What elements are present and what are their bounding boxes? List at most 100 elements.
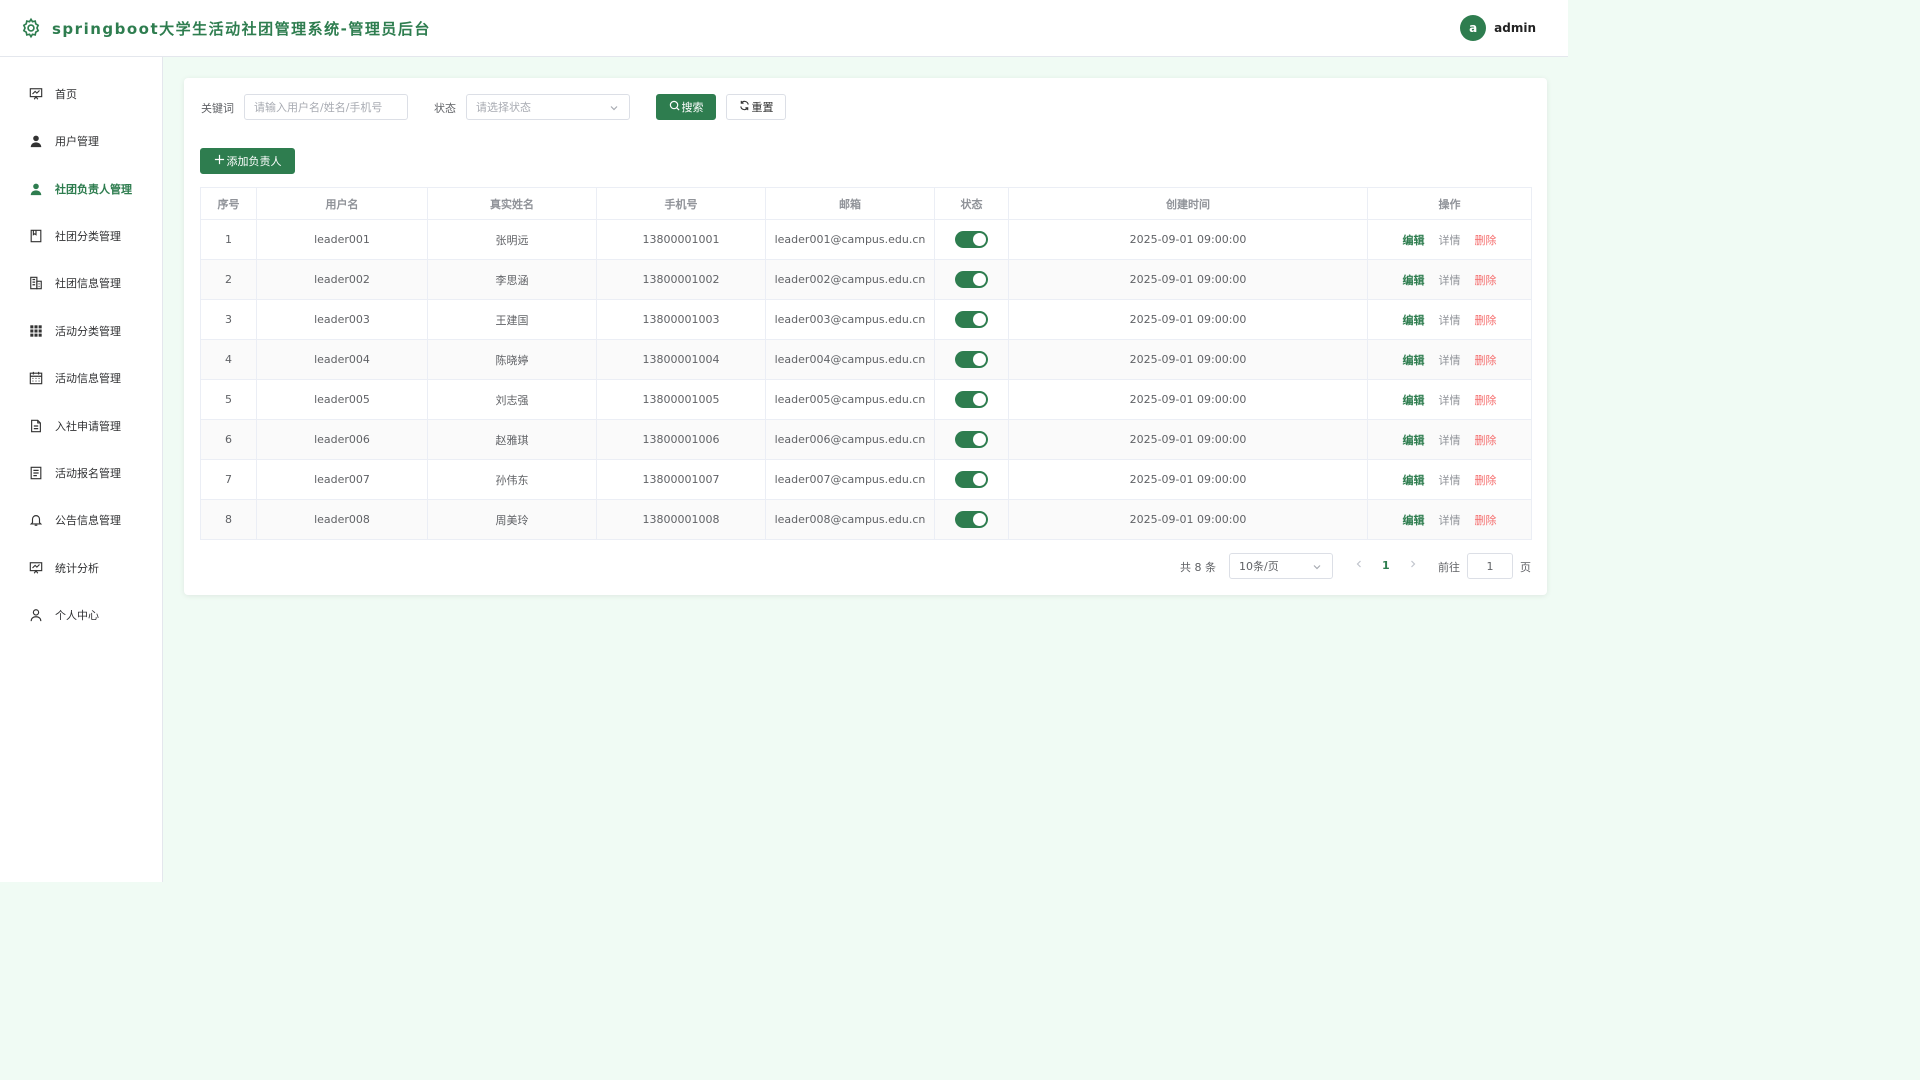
leaders-table: 序号 用户名 真实姓名 手机号 邮箱 状态 创建时间 操作 1 leader00… [200,187,1532,540]
column-header: 创建时间 [1008,187,1368,220]
content-card: 关键词 请输入用户名/姓名/手机号 状态 请选择状态 搜索 重置 添加负责人 序… [184,78,1547,595]
cell-phone: 13800001008 [596,499,766,540]
cell-email: leader004@campus.edu.cn [765,339,935,380]
sidebar-item-profile[interactable]: 个人中心 [0,595,162,635]
add-leader-button[interactable]: 添加负责人 [200,148,295,174]
table-row: 8 leader008 周美玲 13800001008 leader008@ca… [200,499,1532,540]
cell-actions: 编辑 详情 删除 [1367,299,1532,340]
cell-index: 6 [200,419,257,460]
delete-link[interactable]: 删除 [1475,392,1497,408]
sidebar-item-join-applications[interactable]: 入社申请管理 [0,406,162,446]
detail-link[interactable]: 详情 [1439,472,1461,488]
edit-link[interactable]: 编辑 [1403,472,1425,488]
sidebar-item-activity-signups[interactable]: 活动报名管理 [0,453,162,493]
sidebar-item-announcements[interactable]: 公告信息管理 [0,500,162,540]
list-document-icon [28,465,44,481]
sidebar-item-statistics[interactable]: 统计分析 [0,548,162,588]
status-toggle[interactable] [955,351,988,368]
cell-status [934,339,1009,380]
page-size-select[interactable]: 10条/页 [1229,553,1333,579]
sidebar-item-label: 社团分类管理 [55,230,121,243]
detail-link[interactable]: 详情 [1439,512,1461,528]
edit-link[interactable]: 编辑 [1403,352,1425,368]
sidebar-item-activity-categories[interactable]: 活动分类管理 [0,311,162,351]
gear-icon [20,17,42,39]
cell-index: 5 [200,379,257,420]
detail-link[interactable]: 详情 [1439,272,1461,288]
prev-page-icon[interactable] [1354,559,1364,572]
edit-link[interactable]: 编辑 [1403,232,1425,248]
status-select[interactable]: 请选择状态 [466,94,630,120]
delete-link[interactable]: 删除 [1475,312,1497,328]
table-row: 4 leader004 陈晓婷 13800001004 leader004@ca… [200,339,1532,380]
username[interactable]: admin [1494,21,1536,35]
cell-status [934,419,1009,460]
avatar[interactable]: a [1460,15,1487,41]
detail-link[interactable]: 详情 [1439,312,1461,328]
cell-actions: 编辑 详情 删除 [1367,219,1532,260]
edit-link[interactable]: 编辑 [1403,432,1425,448]
cell-created: 2025-09-01 09:00:00 [1008,259,1368,300]
cell-created: 2025-09-01 09:00:00 [1008,219,1368,260]
status-toggle[interactable] [955,271,988,288]
status-toggle[interactable] [955,511,988,528]
column-header: 邮箱 [765,187,935,220]
detail-link[interactable]: 详情 [1439,432,1461,448]
page-number-current[interactable]: 1 [1382,559,1390,572]
chart-board-icon [28,560,44,576]
status-toggle[interactable] [955,471,988,488]
detail-link[interactable]: 详情 [1439,352,1461,368]
search-button[interactable]: 搜索 [656,94,716,120]
cell-phone: 13800001005 [596,379,766,420]
next-page-icon[interactable] [1408,559,1418,572]
detail-link[interactable]: 详情 [1439,392,1461,408]
status-toggle[interactable] [955,431,988,448]
status-toggle[interactable] [955,391,988,408]
cell-phone: 13800001001 [596,219,766,260]
cell-index: 1 [200,219,257,260]
cell-actions: 编辑 详情 删除 [1367,499,1532,540]
keyword-label: 关键词 [201,102,234,115]
sidebar-item-club-info[interactable]: 社团信息管理 [0,263,162,303]
status-toggle[interactable] [955,311,988,328]
cell-username: leader004 [256,339,428,380]
delete-link[interactable]: 删除 [1475,232,1497,248]
detail-link[interactable]: 详情 [1439,232,1461,248]
sidebar-item-activity-info[interactable]: 活动信息管理 [0,358,162,398]
cell-actions: 编辑 详情 删除 [1367,379,1532,420]
edit-link[interactable]: 编辑 [1403,512,1425,528]
goto-page-input[interactable]: 1 [1467,553,1513,579]
delete-link[interactable]: 删除 [1475,272,1497,288]
keyword-search-input[interactable]: 请输入用户名/姓名/手机号 [244,94,408,120]
delete-link[interactable]: 删除 [1475,432,1497,448]
sidebar-item-club-categories[interactable]: 社团分类管理 [0,216,162,256]
cell-email: leader003@campus.edu.cn [765,299,935,340]
delete-link[interactable]: 删除 [1475,512,1497,528]
edit-link[interactable]: 编辑 [1403,312,1425,328]
edit-link[interactable]: 编辑 [1403,392,1425,408]
cell-email: leader008@campus.edu.cn [765,499,935,540]
sidebar-item-home[interactable]: 首页 [0,74,162,114]
cell-status [934,259,1009,300]
user-menu[interactable]: a admin [1460,15,1536,41]
plus-icon [214,154,225,168]
page-suffix-label: 页 [1520,561,1531,574]
grid-icon [28,323,44,339]
reset-button[interactable]: 重置 [726,94,786,120]
cell-created: 2025-09-01 09:00:00 [1008,459,1368,500]
cell-status [934,499,1009,540]
cell-actions: 编辑 详情 删除 [1367,259,1532,300]
sidebar-item-club-leaders[interactable]: 社团负责人管理 [0,169,162,209]
sidebar-item-users[interactable]: 用户管理 [0,121,162,161]
edit-link[interactable]: 编辑 [1403,272,1425,288]
user-icon [28,181,44,197]
person-outline-icon [28,607,44,623]
status-toggle[interactable] [955,231,988,248]
table-row: 1 leader001 张明远 13800001001 leader001@ca… [200,219,1532,260]
column-header: 手机号 [596,187,766,220]
cell-real-name: 张明远 [427,219,597,260]
delete-link[interactable]: 删除 [1475,472,1497,488]
sidebar-item-label: 个人中心 [55,609,99,622]
document-icon [28,418,44,434]
delete-link[interactable]: 删除 [1475,352,1497,368]
